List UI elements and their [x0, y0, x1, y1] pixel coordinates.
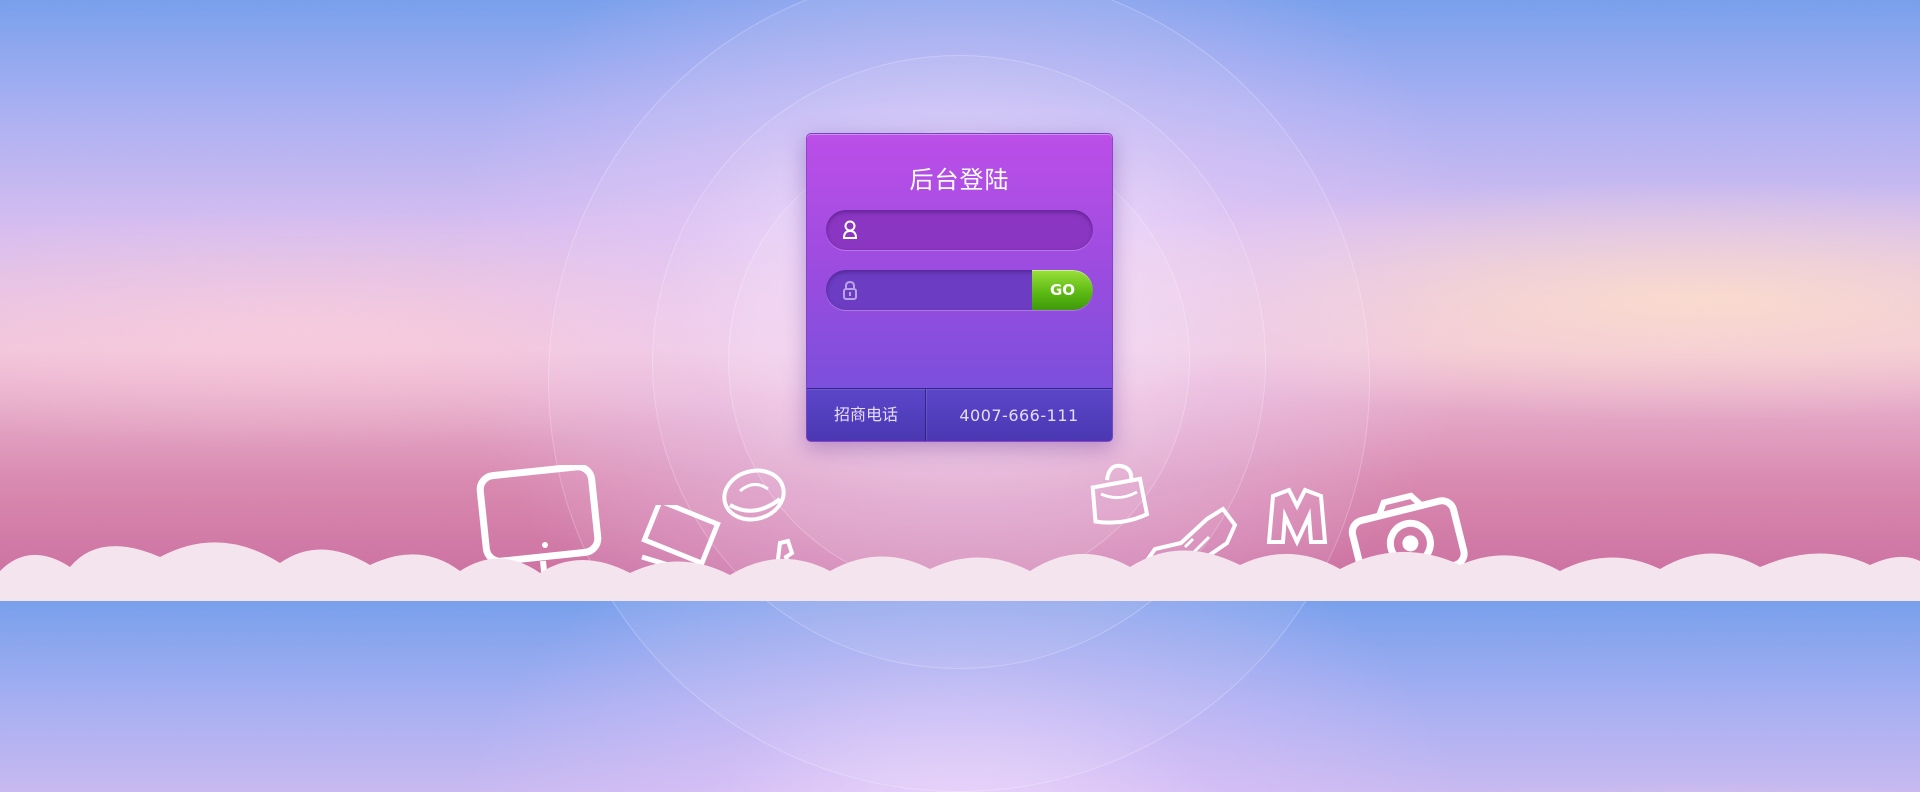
contact-phone: 4007-666-111 [959, 405, 1079, 425]
lock-icon [841, 280, 859, 300]
hat-icon [722, 468, 786, 522]
password-field[interactable]: GO [826, 270, 1093, 310]
cloud-border [0, 542, 1920, 601]
username-input[interactable] [868, 210, 1082, 252]
login-title: 后台登陆 [909, 166, 1010, 194]
username-field[interactable] [826, 210, 1093, 252]
login-panel: 后台登陆 GO 招商电话 4007-666-111 [806, 133, 1113, 442]
contact-footer: 招商电话 4007-666-111 [807, 388, 1112, 441]
contact-label: 招商电话 [807, 389, 926, 441]
go-button[interactable]: GO [1032, 270, 1093, 310]
password-input[interactable] [868, 270, 1022, 310]
user-icon [841, 220, 859, 240]
